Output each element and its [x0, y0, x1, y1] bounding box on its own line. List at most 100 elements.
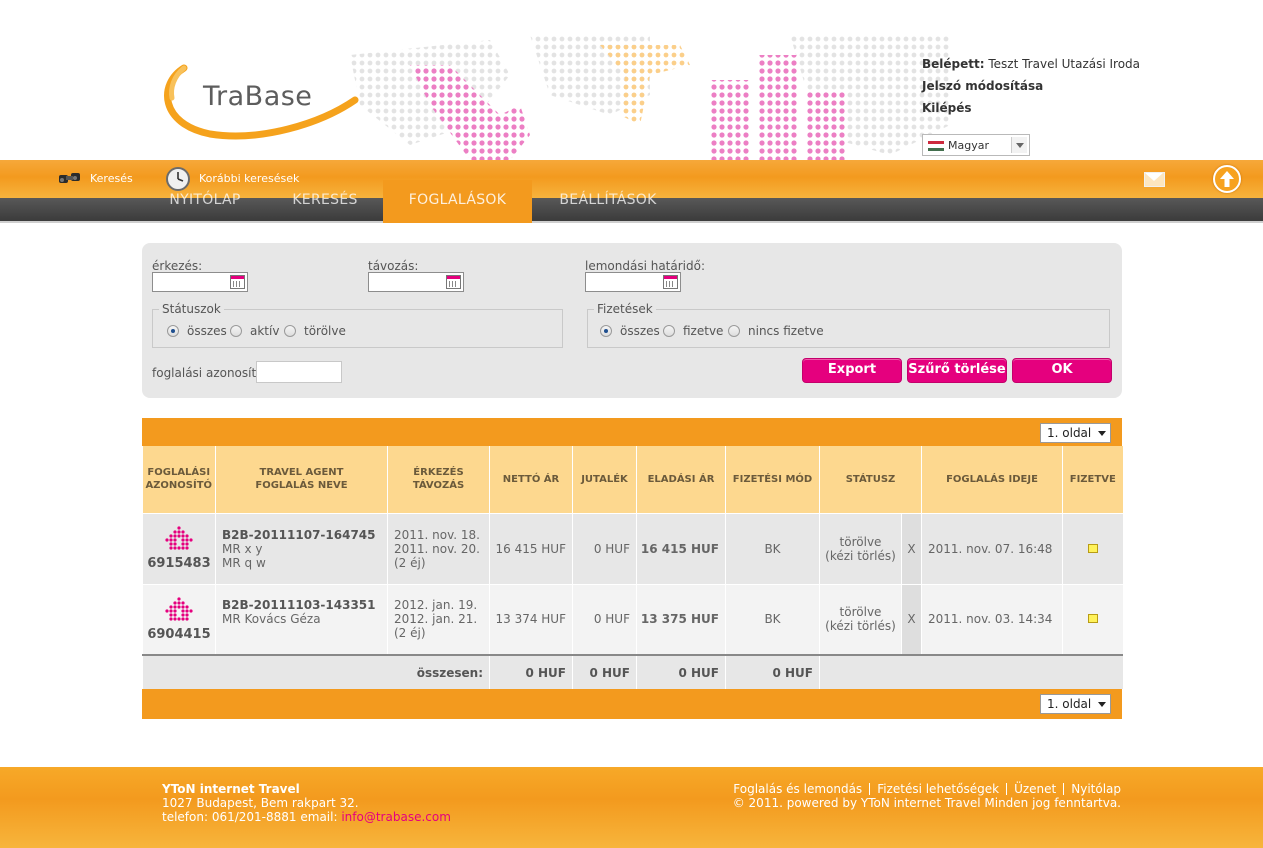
col-header-commission[interactable]: JUTALÉK — [572, 446, 637, 513]
nav-tab-settings[interactable]: BEÁLLÍTÁSOK — [540, 180, 676, 223]
departure-date: 2011. nov. 20. — [394, 541, 480, 556]
world-map-decoration — [350, 35, 950, 165]
page-select-top[interactable]: 1. oldal — [1040, 423, 1111, 443]
agent-cell: B2B-20111103-143351 MR Kovács Géza — [215, 583, 388, 655]
col-header-booked-at[interactable]: FOGLALÁS IDEJE — [921, 446, 1063, 513]
hungarian-flag-icon — [928, 141, 944, 151]
calendar-icon[interactable] — [230, 275, 245, 289]
booking-filter-panel: érkezés: távozás: lemondási határidő: St… — [142, 243, 1122, 398]
arrow-up-icon — [1220, 171, 1234, 187]
booking-id[interactable]: 6915483 — [147, 556, 210, 571]
logo-text: TraBase — [203, 81, 313, 112]
paid-checkbox[interactable] — [1087, 614, 1098, 624]
footer-link-booking[interactable]: Foglalás és lemondás — [733, 782, 862, 796]
binoculars-icon — [59, 173, 80, 183]
arrival-date: 2012. jan. 19. — [394, 598, 478, 613]
trabase-logo[interactable]: TraBase — [160, 64, 360, 144]
logged-in-label: Belépett: — [922, 57, 985, 71]
language-value: Magyar — [948, 139, 989, 152]
col-header-net[interactable]: NETTÓ ÁR — [489, 446, 573, 513]
total-payment: 0 HUF — [725, 654, 820, 689]
col-header-dates[interactable]: ÉRKEZÉS TÁVOZÁS — [387, 446, 490, 513]
status-detail: (kézi törlés) — [825, 548, 896, 563]
cancel-deadline-input[interactable] — [585, 272, 681, 292]
col-header-agent[interactable]: TRAVEL AGENT FOGLALÁS NEVE — [215, 446, 388, 513]
col-header-sale[interactable]: ELADÁSI ÁR — [636, 446, 726, 513]
booking-id[interactable]: 6904415 — [147, 627, 210, 642]
paid-cell — [1062, 583, 1123, 655]
col-header-id[interactable]: FOGLALÁSI AZONOSÍTÓ — [142, 446, 216, 513]
total-commission: 0 HUF — [572, 654, 637, 689]
table-bottom-bar: 1. oldal — [142, 689, 1122, 719]
total-sale: 0 HUF — [636, 654, 726, 689]
change-password-link[interactable]: Jelszó módosítása — [922, 79, 1043, 93]
hotel-icon — [165, 526, 193, 550]
dates-cell: 2012. jan. 19. 2012. jan. 21. (2 éj) — [387, 583, 490, 655]
footer-links-block: Foglalás és lemondás Fizetési lehetőségek… — [733, 782, 1121, 810]
arrival-date-input[interactable] — [152, 272, 248, 292]
guest-name: MR q w — [222, 555, 266, 570]
col-header-status[interactable]: STÁTUSZ — [818, 446, 922, 513]
ok-button[interactable]: OK — [1012, 358, 1112, 383]
booking-id-cell[interactable]: 6904415 — [142, 583, 216, 655]
paid-checkbox[interactable] — [1087, 543, 1098, 553]
guest-name: MR x y — [222, 541, 263, 556]
footer-address: 1027 Budapest, Bem rakpart 32. — [162, 796, 359, 810]
nav-tab-search[interactable]: KERESÉS — [272, 180, 378, 223]
logged-in-row: Belépett: Teszt Travel Utazási Iroda — [922, 56, 1142, 78]
net-price: 13 374 HUF — [489, 583, 573, 655]
footer-email-link[interactable]: info@trabase.com — [341, 810, 451, 824]
departure-date-input[interactable] — [368, 272, 464, 292]
clear-filter-button[interactable]: Szűrő törlése — [907, 358, 1007, 383]
export-button[interactable]: Export — [802, 358, 902, 383]
bookings-table-section: 1. oldal FOGLALÁSI AZONOSÍTÓ TRAVEL AGENT… — [142, 418, 1123, 719]
payment-mode: BK — [725, 512, 820, 584]
logout-link[interactable]: Kilépés — [922, 101, 972, 115]
status-text: törölve — [839, 605, 882, 620]
calendar-icon[interactable] — [663, 275, 678, 289]
cancel-mark[interactable]: X — [900, 512, 922, 584]
language-select[interactable]: Magyar — [922, 134, 1030, 156]
booking-id-cell[interactable]: 6915483 — [142, 512, 216, 584]
booking-code: B2B-20111107-164745 — [222, 527, 376, 542]
nav-tab-bookings[interactable]: FOGLALÁSOK — [383, 180, 532, 223]
status-cell: törölve (kézi törlés) — [819, 512, 902, 584]
paid-cell — [1062, 512, 1123, 584]
table-row[interactable]: 6904415 B2B-20111103-143351 MR Kovács Gé… — [142, 583, 1123, 655]
table-header-row: FOGLALÁSI AZONOSÍTÓ TRAVEL AGENT FOGLALÁS … — [142, 446, 1123, 513]
cancel-deadline-label: lemondási határidő: — [585, 259, 706, 273]
footer-link-message[interactable]: Üzenet — [1014, 782, 1056, 796]
chevron-down-icon[interactable] — [1011, 137, 1027, 153]
footer-phone: telefon: 061/201-8881 email: — [162, 810, 338, 824]
arrival-label: érkezés: — [152, 259, 203, 273]
total-net: 0 HUF — [489, 654, 573, 689]
footer-link-home[interactable]: Nyitólap — [1071, 782, 1121, 796]
status-detail: (kézi törlés) — [825, 619, 896, 634]
nav-tab-home[interactable]: NYITÓLAP — [152, 180, 258, 223]
booking-id-input[interactable] — [256, 361, 342, 383]
payment-legend: Fizetések — [597, 302, 653, 316]
guest-name: MR Kovács Géza — [222, 612, 321, 627]
table-row[interactable]: 6915483 B2B-20111107-164745 MR x y MR q … — [142, 512, 1123, 584]
col-header-payment-mode[interactable]: FIZETÉSI MÓD — [725, 446, 820, 513]
departure-date: 2012. jan. 21. — [394, 612, 478, 627]
total-row: összesen: 0 HUF 0 HUF 0 HUF 0 HUF — [142, 654, 1123, 689]
footer-link-payment[interactable]: Fizetési lehetőségek — [877, 782, 999, 796]
commission: 0 HUF — [572, 512, 637, 584]
scroll-top-button[interactable] — [1213, 165, 1241, 193]
search-shortcut[interactable]: Keresés — [57, 167, 147, 191]
sale-price: 13 375 HUF — [636, 583, 726, 655]
sale-price: 16 415 HUF — [636, 512, 726, 584]
footer-copyright: © 2011. powered by YToN internet Travel … — [732, 796, 1121, 810]
col-header-paid[interactable]: FIZETVE — [1062, 446, 1123, 513]
status-cell: törölve (kézi törlés) — [819, 583, 902, 655]
cancel-mark[interactable]: X — [900, 583, 922, 655]
calendar-icon[interactable] — [446, 275, 461, 289]
page-select-bottom[interactable]: 1. oldal — [1040, 694, 1111, 714]
booked-at: 2011. nov. 03. 14:34 — [921, 583, 1063, 655]
nights: (2 éj) — [394, 555, 426, 570]
envelope-icon[interactable] — [1144, 172, 1165, 187]
status-legend: Státuszok — [162, 302, 221, 316]
agent-cell: B2B-20111107-164745 MR x y MR q w — [215, 512, 388, 584]
arrival-date: 2011. nov. 18. — [394, 527, 480, 542]
